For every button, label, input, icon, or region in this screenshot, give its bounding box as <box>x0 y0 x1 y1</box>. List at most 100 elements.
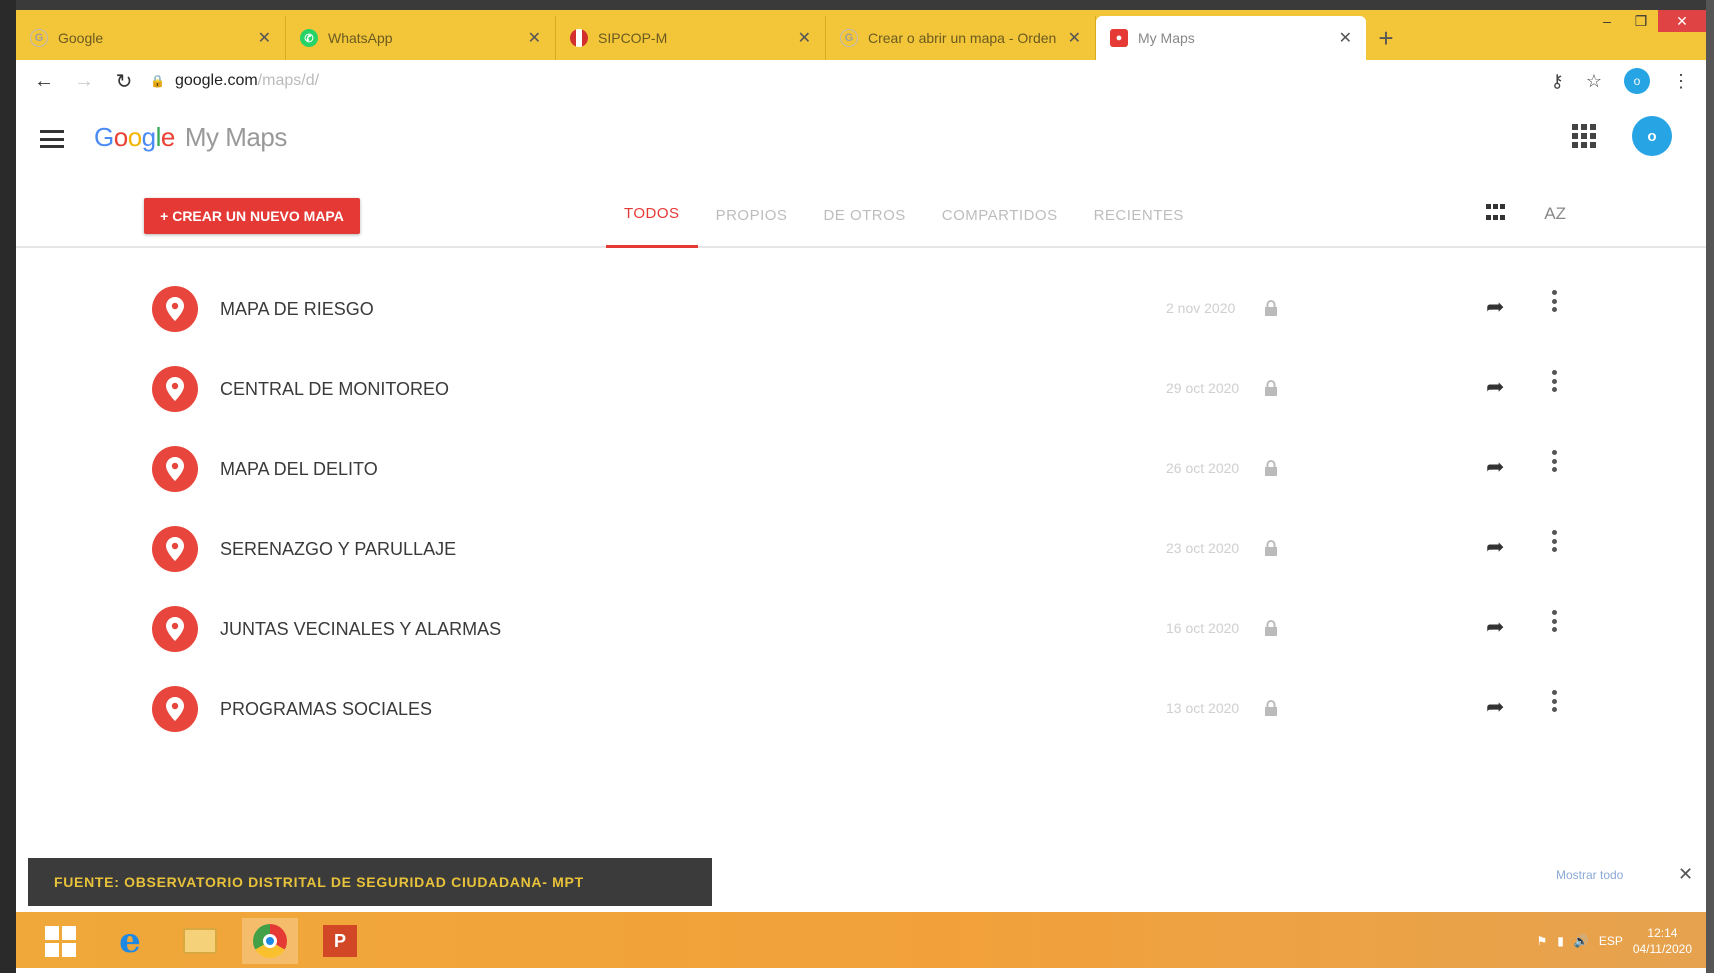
internet-explorer-icon[interactable]: e <box>102 918 158 964</box>
language-indicator[interactable]: ESP <box>1599 934 1623 948</box>
private-lock-icon <box>1265 700 1277 716</box>
clock-date: 04/11/2020 <box>1632 942 1692 956</box>
reload-icon[interactable]: ↻ <box>104 63 144 99</box>
restore-icon[interactable]: ❐ <box>1624 10 1658 32</box>
volume-icon[interactable]: 🔊 <box>1574 934 1589 948</box>
map-date: 26 oct 2020 <box>1166 460 1240 476</box>
create-new-map-button[interactable]: + CREAR UN NUEVO MAPA <box>144 198 360 234</box>
map-title[interactable]: MAPA DEL DELITO <box>220 459 378 480</box>
browser-menu-icon[interactable]: ⋮ <box>1672 71 1690 92</box>
map-list-item[interactable]: PROGRAMAS SOCIALES 13 oct 2020 ➦ <box>16 670 1706 750</box>
address-bar[interactable]: 🔒 google.com /maps/d/ <box>150 72 319 90</box>
close-tab-icon[interactable]: ✕ <box>528 28 541 48</box>
clock[interactable]: 12:14 04/11/2020 <box>1633 925 1692 957</box>
close-tab-icon[interactable]: ✕ <box>258 28 271 48</box>
tab-recientes[interactable]: RECIENTES <box>1076 182 1202 248</box>
key-icon[interactable]: ⚷ <box>1551 71 1564 92</box>
browser-tab-my-maps[interactable]: ● My Maps ✕ <box>1096 16 1366 60</box>
close-tab-icon[interactable]: ✕ <box>1068 28 1081 48</box>
tab-todos[interactable]: TODOS <box>606 182 698 248</box>
tab-compartidos[interactable]: COMPARTIDOS <box>924 182 1076 248</box>
flag-icon[interactable]: ⚑ <box>1536 934 1547 948</box>
browser-toolbar: ← → ↻ 🔒 google.com /maps/d/ ⚷ ☆ o ⋮ <box>16 60 1706 102</box>
more-options-icon[interactable] <box>1552 530 1558 552</box>
private-lock-icon <box>1265 460 1277 476</box>
browser-tab-whatsapp[interactable]: ✆ WhatsApp ✕ <box>286 16 556 60</box>
map-date: 13 oct 2020 <box>1166 700 1240 716</box>
map-date: 16 oct 2020 <box>1166 620 1240 636</box>
powerpoint-icon[interactable]: P <box>312 918 368 964</box>
map-pin-icon <box>152 366 198 412</box>
private-lock-icon <box>1265 300 1277 316</box>
lock-icon: 🔒 <box>150 74 165 88</box>
map-pin-icon <box>152 526 198 572</box>
peru-flag-icon <box>570 29 588 47</box>
monitor-bezel-top <box>0 0 1714 10</box>
map-title[interactable]: MAPA DE RIESGO <box>220 299 374 320</box>
apps-grid-icon[interactable] <box>1572 124 1596 148</box>
network-icon[interactable]: ▮ <box>1557 934 1564 948</box>
browser-tab-crear-mapa[interactable]: G Crear o abrir un mapa - Orden ✕ <box>826 16 1096 60</box>
filter-bar: + CREAR UN NUEVO MAPA TODOS PROPIOS DE O… <box>16 182 1706 248</box>
sort-az-button[interactable]: AZ <box>1544 204 1566 224</box>
close-window-icon[interactable]: ✕ <box>1658 10 1706 32</box>
more-options-icon[interactable] <box>1552 290 1558 312</box>
tab-label: My Maps <box>1138 30 1195 46</box>
monitor-bezel-left <box>0 0 16 973</box>
more-options-icon[interactable] <box>1552 450 1558 472</box>
file-explorer-icon[interactable] <box>172 918 228 964</box>
minimize-icon[interactable]: – <box>1590 10 1624 32</box>
map-list: MAPA DE RIESGO 2 nov 2020 ➦ CENTRAL DE M… <box>16 270 1706 750</box>
clock-time: 12:14 <box>1647 926 1678 940</box>
share-icon[interactable]: ➦ <box>1486 534 1504 560</box>
star-icon[interactable]: ☆ <box>1586 71 1602 92</box>
map-title[interactable]: SERENAZGO Y PARULLAJE <box>220 539 456 560</box>
whatsapp-icon: ✆ <box>300 29 318 47</box>
map-title[interactable]: CENTRAL DE MONITOREO <box>220 379 449 400</box>
share-icon[interactable]: ➦ <box>1486 454 1504 480</box>
map-title[interactable]: PROGRAMAS SOCIALES <box>220 699 432 720</box>
logo-product: My Maps <box>184 122 287 152</box>
chrome-icon[interactable] <box>242 918 298 964</box>
google-icon: G <box>840 29 858 47</box>
close-download-bar-icon[interactable]: ✕ <box>1678 864 1693 885</box>
tab-de-otros[interactable]: DE OTROS <box>805 182 923 248</box>
map-pin-icon <box>152 446 198 492</box>
back-arrow-icon[interactable]: ← <box>24 63 64 99</box>
map-list-item[interactable]: MAPA DE RIESGO 2 nov 2020 ➦ <box>16 270 1706 350</box>
share-icon[interactable]: ➦ <box>1486 374 1504 400</box>
tab-propios[interactable]: PROPIOS <box>698 182 806 248</box>
more-options-icon[interactable] <box>1552 690 1558 712</box>
new-tab-button[interactable]: + <box>1366 16 1406 60</box>
map-list-item[interactable]: JUNTAS VECINALES Y ALARMAS 16 oct 2020 ➦ <box>16 590 1706 670</box>
google-icon: G <box>30 29 48 47</box>
private-lock-icon <box>1265 380 1277 396</box>
window-controls: – ❐ ✕ <box>1590 10 1706 40</box>
map-title[interactable]: JUNTAS VECINALES Y ALARMAS <box>220 619 501 640</box>
google-my-maps-logo[interactable]: Google My Maps <box>94 122 287 153</box>
hamburger-menu-icon[interactable] <box>40 130 64 148</box>
grid-view-icon[interactable] <box>1486 204 1506 224</box>
map-list-item[interactable]: MAPA DEL DELITO 26 oct 2020 ➦ <box>16 430 1706 510</box>
share-icon[interactable]: ➦ <box>1486 294 1504 320</box>
close-tab-icon[interactable]: ✕ <box>1339 28 1352 48</box>
browser-tab-google[interactable]: G Google ✕ <box>16 16 286 60</box>
url-path: /maps/d/ <box>257 72 320 89</box>
close-tab-icon[interactable]: ✕ <box>798 28 811 48</box>
monitor-bezel-right <box>1706 0 1714 973</box>
toolbar-actions: ⚷ ☆ o ⋮ <box>1551 60 1690 102</box>
share-icon[interactable]: ➦ <box>1486 694 1504 720</box>
map-list-item[interactable]: SERENAZGO Y PARULLAJE 23 oct 2020 ➦ <box>16 510 1706 590</box>
map-list-item[interactable]: CENTRAL DE MONITOREO 29 oct 2020 ➦ <box>16 350 1706 430</box>
more-options-icon[interactable] <box>1552 370 1558 392</box>
account-avatar[interactable]: o <box>1632 116 1672 156</box>
more-options-icon[interactable] <box>1552 610 1558 632</box>
map-date: 29 oct 2020 <box>1166 380 1240 396</box>
forward-arrow-icon[interactable]: → <box>64 63 104 99</box>
windows-start-icon[interactable] <box>32 918 88 964</box>
profile-avatar[interactable]: o <box>1624 68 1650 94</box>
share-icon[interactable]: ➦ <box>1486 614 1504 640</box>
browser-tab-sipcop[interactable]: SIPCOP-M ✕ <box>556 16 826 60</box>
show-all-link[interactable]: Mostrar todo <box>1556 868 1623 882</box>
logo-google: Google <box>94 122 175 152</box>
